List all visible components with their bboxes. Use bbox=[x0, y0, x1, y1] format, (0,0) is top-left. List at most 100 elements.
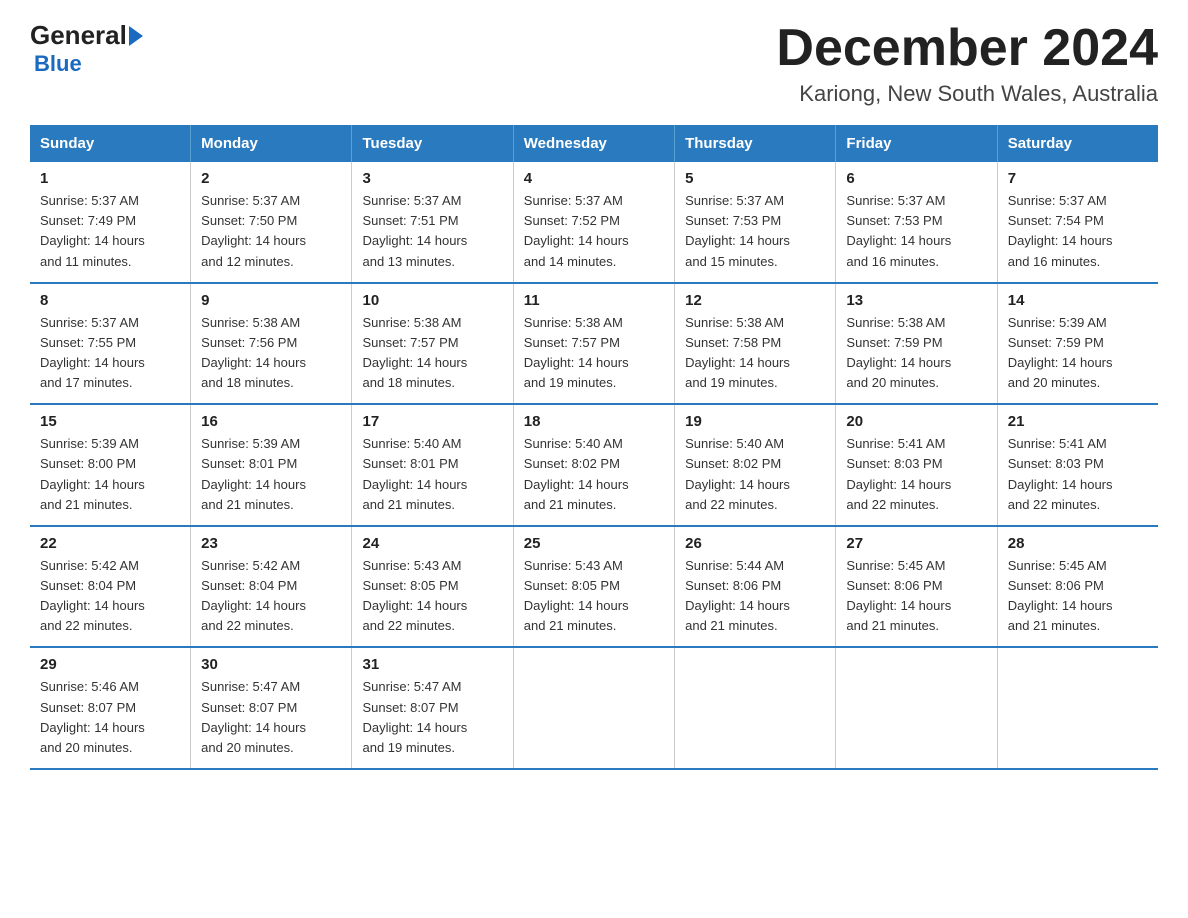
calendar-cell: 31 Sunrise: 5:47 AM Sunset: 8:07 PM Dayl… bbox=[352, 647, 513, 769]
calendar-cell bbox=[675, 647, 836, 769]
calendar-cell: 7 Sunrise: 5:37 AM Sunset: 7:54 PM Dayli… bbox=[997, 162, 1158, 283]
day-info: Sunrise: 5:42 AM Sunset: 8:04 PM Dayligh… bbox=[40, 556, 180, 637]
day-info: Sunrise: 5:41 AM Sunset: 8:03 PM Dayligh… bbox=[1008, 434, 1148, 515]
day-number: 24 bbox=[362, 535, 502, 552]
day-info: Sunrise: 5:45 AM Sunset: 8:06 PM Dayligh… bbox=[846, 556, 986, 637]
day-number: 31 bbox=[362, 656, 502, 673]
calendar-cell: 5 Sunrise: 5:37 AM Sunset: 7:53 PM Dayli… bbox=[675, 162, 836, 283]
calendar-table: SundayMondayTuesdayWednesdayThursdayFrid… bbox=[30, 125, 1158, 770]
day-info: Sunrise: 5:37 AM Sunset: 7:53 PM Dayligh… bbox=[846, 191, 986, 272]
day-number: 9 bbox=[201, 292, 341, 309]
day-number: 19 bbox=[685, 413, 825, 430]
day-number: 15 bbox=[40, 413, 180, 430]
day-info: Sunrise: 5:39 AM Sunset: 7:59 PM Dayligh… bbox=[1008, 313, 1148, 394]
weekday-header-thursday: Thursday bbox=[675, 125, 836, 162]
day-number: 25 bbox=[524, 535, 664, 552]
day-info: Sunrise: 5:45 AM Sunset: 8:06 PM Dayligh… bbox=[1008, 556, 1148, 637]
calendar-cell: 26 Sunrise: 5:44 AM Sunset: 8:06 PM Dayl… bbox=[675, 526, 836, 648]
day-info: Sunrise: 5:38 AM Sunset: 7:58 PM Dayligh… bbox=[685, 313, 825, 394]
weekday-header-row: SundayMondayTuesdayWednesdayThursdayFrid… bbox=[30, 125, 1158, 162]
day-number: 18 bbox=[524, 413, 664, 430]
calendar-cell: 13 Sunrise: 5:38 AM Sunset: 7:59 PM Dayl… bbox=[836, 283, 997, 405]
weekday-header-wednesday: Wednesday bbox=[513, 125, 674, 162]
day-info: Sunrise: 5:37 AM Sunset: 7:55 PM Dayligh… bbox=[40, 313, 180, 394]
day-number: 30 bbox=[201, 656, 341, 673]
day-number: 14 bbox=[1008, 292, 1148, 309]
day-info: Sunrise: 5:47 AM Sunset: 8:07 PM Dayligh… bbox=[201, 677, 341, 758]
calendar-cell bbox=[513, 647, 674, 769]
day-info: Sunrise: 5:40 AM Sunset: 8:02 PM Dayligh… bbox=[524, 434, 664, 515]
day-info: Sunrise: 5:39 AM Sunset: 8:00 PM Dayligh… bbox=[40, 434, 180, 515]
calendar-cell: 9 Sunrise: 5:38 AM Sunset: 7:56 PM Dayli… bbox=[191, 283, 352, 405]
day-info: Sunrise: 5:37 AM Sunset: 7:51 PM Dayligh… bbox=[362, 191, 502, 272]
day-number: 17 bbox=[362, 413, 502, 430]
calendar-cell: 20 Sunrise: 5:41 AM Sunset: 8:03 PM Dayl… bbox=[836, 404, 997, 526]
day-info: Sunrise: 5:38 AM Sunset: 7:57 PM Dayligh… bbox=[524, 313, 664, 394]
calendar-cell: 10 Sunrise: 5:38 AM Sunset: 7:57 PM Dayl… bbox=[352, 283, 513, 405]
weekday-header-saturday: Saturday bbox=[997, 125, 1158, 162]
calendar-cell: 3 Sunrise: 5:37 AM Sunset: 7:51 PM Dayli… bbox=[352, 162, 513, 283]
calendar-cell: 15 Sunrise: 5:39 AM Sunset: 8:00 PM Dayl… bbox=[30, 404, 191, 526]
day-number: 10 bbox=[362, 292, 502, 309]
weekday-header-tuesday: Tuesday bbox=[352, 125, 513, 162]
day-info: Sunrise: 5:46 AM Sunset: 8:07 PM Dayligh… bbox=[40, 677, 180, 758]
calendar-cell: 22 Sunrise: 5:42 AM Sunset: 8:04 PM Dayl… bbox=[30, 526, 191, 648]
calendar-cell: 24 Sunrise: 5:43 AM Sunset: 8:05 PM Dayl… bbox=[352, 526, 513, 648]
subtitle: Kariong, New South Wales, Australia bbox=[776, 81, 1158, 107]
logo-general: General bbox=[30, 20, 127, 51]
day-number: 8 bbox=[40, 292, 180, 309]
day-info: Sunrise: 5:38 AM Sunset: 7:59 PM Dayligh… bbox=[846, 313, 986, 394]
day-info: Sunrise: 5:42 AM Sunset: 8:04 PM Dayligh… bbox=[201, 556, 341, 637]
day-number: 7 bbox=[1008, 170, 1148, 187]
day-number: 20 bbox=[846, 413, 986, 430]
calendar-cell bbox=[836, 647, 997, 769]
day-info: Sunrise: 5:38 AM Sunset: 7:57 PM Dayligh… bbox=[362, 313, 502, 394]
day-number: 23 bbox=[201, 535, 341, 552]
day-info: Sunrise: 5:37 AM Sunset: 7:53 PM Dayligh… bbox=[685, 191, 825, 272]
main-title: December 2024 bbox=[776, 20, 1158, 77]
calendar-cell: 21 Sunrise: 5:41 AM Sunset: 8:03 PM Dayl… bbox=[997, 404, 1158, 526]
calendar-cell: 6 Sunrise: 5:37 AM Sunset: 7:53 PM Dayli… bbox=[836, 162, 997, 283]
week-row-5: 29 Sunrise: 5:46 AM Sunset: 8:07 PM Dayl… bbox=[30, 647, 1158, 769]
day-number: 26 bbox=[685, 535, 825, 552]
day-info: Sunrise: 5:40 AM Sunset: 8:01 PM Dayligh… bbox=[362, 434, 502, 515]
day-info: Sunrise: 5:38 AM Sunset: 7:56 PM Dayligh… bbox=[201, 313, 341, 394]
day-number: 2 bbox=[201, 170, 341, 187]
calendar-cell: 18 Sunrise: 5:40 AM Sunset: 8:02 PM Dayl… bbox=[513, 404, 674, 526]
day-number: 12 bbox=[685, 292, 825, 309]
weekday-header-monday: Monday bbox=[191, 125, 352, 162]
week-row-4: 22 Sunrise: 5:42 AM Sunset: 8:04 PM Dayl… bbox=[30, 526, 1158, 648]
week-row-2: 8 Sunrise: 5:37 AM Sunset: 7:55 PM Dayli… bbox=[30, 283, 1158, 405]
calendar-cell: 12 Sunrise: 5:38 AM Sunset: 7:58 PM Dayl… bbox=[675, 283, 836, 405]
day-number: 1 bbox=[40, 170, 180, 187]
day-info: Sunrise: 5:37 AM Sunset: 7:54 PM Dayligh… bbox=[1008, 191, 1148, 272]
calendar-cell: 4 Sunrise: 5:37 AM Sunset: 7:52 PM Dayli… bbox=[513, 162, 674, 283]
weekday-header-sunday: Sunday bbox=[30, 125, 191, 162]
day-number: 16 bbox=[201, 413, 341, 430]
calendar-cell: 23 Sunrise: 5:42 AM Sunset: 8:04 PM Dayl… bbox=[191, 526, 352, 648]
weekday-header-friday: Friday bbox=[836, 125, 997, 162]
calendar-cell: 25 Sunrise: 5:43 AM Sunset: 8:05 PM Dayl… bbox=[513, 526, 674, 648]
calendar-cell: 16 Sunrise: 5:39 AM Sunset: 8:01 PM Dayl… bbox=[191, 404, 352, 526]
week-row-3: 15 Sunrise: 5:39 AM Sunset: 8:00 PM Dayl… bbox=[30, 404, 1158, 526]
day-number: 6 bbox=[846, 170, 986, 187]
day-number: 27 bbox=[846, 535, 986, 552]
calendar-cell bbox=[997, 647, 1158, 769]
day-number: 29 bbox=[40, 656, 180, 673]
day-number: 11 bbox=[524, 292, 664, 309]
logo-blue-text: Blue bbox=[34, 51, 82, 77]
calendar-cell: 14 Sunrise: 5:39 AM Sunset: 7:59 PM Dayl… bbox=[997, 283, 1158, 405]
calendar-cell: 30 Sunrise: 5:47 AM Sunset: 8:07 PM Dayl… bbox=[191, 647, 352, 769]
calendar-cell: 2 Sunrise: 5:37 AM Sunset: 7:50 PM Dayli… bbox=[191, 162, 352, 283]
day-info: Sunrise: 5:37 AM Sunset: 7:52 PM Dayligh… bbox=[524, 191, 664, 272]
day-number: 28 bbox=[1008, 535, 1148, 552]
page-header: General Blue December 2024 Kariong, New … bbox=[30, 20, 1158, 107]
calendar-cell: 11 Sunrise: 5:38 AM Sunset: 7:57 PM Dayl… bbox=[513, 283, 674, 405]
day-number: 13 bbox=[846, 292, 986, 309]
day-number: 5 bbox=[685, 170, 825, 187]
title-section: December 2024 Kariong, New South Wales, … bbox=[776, 20, 1158, 107]
day-info: Sunrise: 5:40 AM Sunset: 8:02 PM Dayligh… bbox=[685, 434, 825, 515]
calendar-cell: 27 Sunrise: 5:45 AM Sunset: 8:06 PM Dayl… bbox=[836, 526, 997, 648]
day-info: Sunrise: 5:41 AM Sunset: 8:03 PM Dayligh… bbox=[846, 434, 986, 515]
calendar-cell: 19 Sunrise: 5:40 AM Sunset: 8:02 PM Dayl… bbox=[675, 404, 836, 526]
